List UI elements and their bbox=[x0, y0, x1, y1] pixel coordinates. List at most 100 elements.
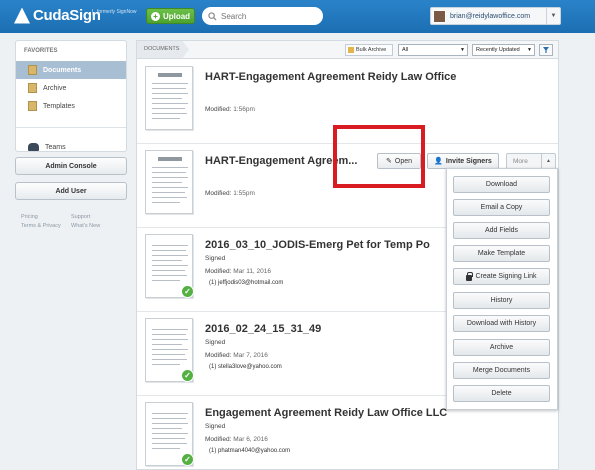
signer-email: (1) jeffjodis03@hotmail.com bbox=[209, 280, 284, 286]
status-text: Signed bbox=[205, 255, 226, 262]
add-user-button[interactable]: Add User bbox=[15, 182, 127, 200]
menu-item-delete[interactable]: Delete bbox=[453, 385, 550, 402]
signed-check-icon: ✓ bbox=[181, 369, 194, 382]
modified-value: Mar 6, 2016 bbox=[233, 436, 268, 443]
menu-item-make-template[interactable]: Make Template bbox=[453, 245, 550, 262]
chevron-down-icon: ▼ bbox=[527, 47, 532, 53]
person-icon: 👤 bbox=[434, 158, 443, 165]
footer-links: Pricing Support Terms & Privacy What's N… bbox=[21, 213, 121, 231]
modified-value: Mar 7, 2016 bbox=[233, 352, 268, 359]
sidebar-item-label: Templates bbox=[43, 102, 75, 110]
menu-item-label: Create Signing Link bbox=[475, 273, 537, 280]
funnel-icon bbox=[543, 47, 549, 53]
top-bar: CudaSign formerly SignNow + Upload brian… bbox=[0, 0, 595, 33]
sidebar: FAVORITES Documents Archive Templates Te… bbox=[15, 40, 127, 152]
admin-console-button[interactable]: Admin Console bbox=[15, 157, 127, 175]
modified-value: 1:55pm bbox=[233, 190, 255, 197]
avatar bbox=[433, 9, 446, 23]
sidebar-item-archive[interactable]: Archive bbox=[16, 79, 126, 97]
plus-icon: + bbox=[150, 11, 160, 21]
sidebar-item-label: Archive bbox=[43, 84, 67, 92]
more-label: More bbox=[513, 157, 528, 165]
sort-select[interactable]: Recently Updated ▼ bbox=[472, 44, 535, 56]
documents-toolbar: DOCUMENTS Bulk Archive All ▼ Recently Up… bbox=[137, 41, 558, 59]
document-thumbnail[interactable] bbox=[145, 66, 193, 130]
document-title[interactable]: 2016_02_24_15_31_49 bbox=[205, 323, 321, 335]
archive-icon bbox=[348, 47, 354, 53]
modified-date: Modified: Mar 6, 2016 bbox=[205, 436, 268, 443]
menu-item-archive[interactable]: Archive bbox=[453, 339, 550, 356]
sidebar-item-teams[interactable]: Teams bbox=[16, 138, 126, 156]
sidebar-item-label: Documents bbox=[43, 66, 82, 74]
team-icon bbox=[28, 143, 39, 151]
signed-check-icon: ✓ bbox=[181, 453, 194, 466]
modified-value: 1:56pm bbox=[233, 106, 255, 113]
breadcrumb: DOCUMENTS bbox=[137, 41, 189, 58]
sort-value: Recently Updated bbox=[476, 47, 520, 53]
more-dropdown-menu: Download Email a Copy Add Fields Make Te… bbox=[446, 168, 558, 410]
folder-icon bbox=[28, 101, 37, 111]
sidebar-item-label: Teams bbox=[45, 143, 66, 151]
menu-item-download-history[interactable]: Download with History bbox=[453, 315, 550, 332]
bulk-archive-label: Bulk Archive bbox=[356, 47, 387, 53]
lock-icon bbox=[466, 271, 474, 281]
chevron-down-icon[interactable]: ▼ bbox=[546, 8, 560, 24]
modified-label: Modified: bbox=[205, 352, 232, 359]
menu-item-download[interactable]: Download bbox=[453, 176, 550, 193]
search-input[interactable] bbox=[221, 11, 316, 21]
signer-email: (1) stella3love@yahoo.com bbox=[209, 364, 282, 370]
invite-label: Invite Signers bbox=[445, 157, 492, 165]
document-title[interactable]: 2016_03_10_JODIS-Emerg Pet for Temp Po bbox=[205, 239, 430, 251]
cudasign-logo[interactable]: CudaSign bbox=[14, 7, 101, 24]
status-text: Signed bbox=[205, 339, 226, 346]
modified-value: Mar 11, 2016 bbox=[233, 268, 272, 275]
support-link[interactable]: Support bbox=[71, 213, 121, 222]
modified-date: Modified: 1:55pm bbox=[205, 190, 255, 197]
modified-date: Modified: Mar 7, 2016 bbox=[205, 352, 268, 359]
user-email: brian@reidylawoffice.com bbox=[450, 12, 531, 20]
filter-button[interactable] bbox=[539, 44, 553, 56]
signer-email: (1) phatman4040@yahoo.com bbox=[209, 448, 291, 454]
menu-item-email-copy[interactable]: Email a Copy bbox=[453, 199, 550, 216]
signed-check-icon: ✓ bbox=[181, 285, 194, 298]
logo-subtitle: formerly SignNow bbox=[92, 9, 136, 15]
menu-item-merge-documents[interactable]: Merge Documents bbox=[453, 362, 550, 379]
search-icon bbox=[208, 11, 217, 21]
annotation-highlight-box bbox=[333, 125, 425, 188]
document-title[interactable]: HART-Engagement Agreement Reidy Law Offi… bbox=[205, 71, 456, 83]
sidebar-item-templates[interactable]: Templates bbox=[16, 97, 126, 115]
more-button[interactable]: More ▲ bbox=[506, 153, 556, 169]
modified-date: Modified: Mar 11, 2016 bbox=[205, 268, 271, 275]
logo-text: CudaSign bbox=[33, 7, 101, 24]
menu-item-history[interactable]: History bbox=[453, 292, 550, 309]
modified-label: Modified: bbox=[205, 190, 232, 197]
invite-signers-button[interactable]: 👤 Invite Signers bbox=[427, 153, 499, 169]
filter-value: All bbox=[402, 47, 409, 53]
whats-new-link[interactable]: What's New bbox=[71, 222, 121, 231]
upload-label: Upload bbox=[162, 11, 191, 21]
divider bbox=[16, 127, 126, 128]
chevron-down-icon: ▼ bbox=[460, 47, 465, 53]
logo-mark-icon bbox=[14, 7, 30, 24]
bulk-archive-button[interactable]: Bulk Archive bbox=[345, 44, 393, 56]
filter-select[interactable]: All ▼ bbox=[398, 44, 468, 56]
sidebar-item-documents[interactable]: Documents bbox=[16, 61, 126, 79]
modified-label: Modified: bbox=[205, 436, 232, 443]
menu-item-add-fields[interactable]: Add Fields bbox=[453, 222, 550, 239]
favorites-heading: FAVORITES bbox=[24, 48, 58, 54]
search-box[interactable] bbox=[202, 7, 323, 25]
modified-date: Modified: 1:56pm bbox=[205, 106, 255, 113]
upload-button[interactable]: + Upload bbox=[146, 8, 195, 24]
user-menu[interactable]: brian@reidylawoffice.com ▼ bbox=[430, 7, 561, 25]
status-text: Signed bbox=[205, 423, 226, 430]
modified-label: Modified: bbox=[205, 268, 232, 275]
folder-icon bbox=[28, 65, 37, 75]
modified-label: Modified: bbox=[205, 106, 232, 113]
document-title[interactable]: Engagement Agreement Reidy Law Office LL… bbox=[205, 407, 447, 419]
terms-link[interactable]: Terms & Privacy bbox=[21, 222, 71, 231]
menu-item-create-signing-link[interactable]: Create Signing Link bbox=[453, 268, 550, 285]
folder-icon bbox=[28, 83, 37, 93]
pricing-link[interactable]: Pricing bbox=[21, 213, 71, 222]
chevron-up-icon: ▲ bbox=[541, 154, 555, 168]
document-thumbnail[interactable] bbox=[145, 150, 193, 214]
